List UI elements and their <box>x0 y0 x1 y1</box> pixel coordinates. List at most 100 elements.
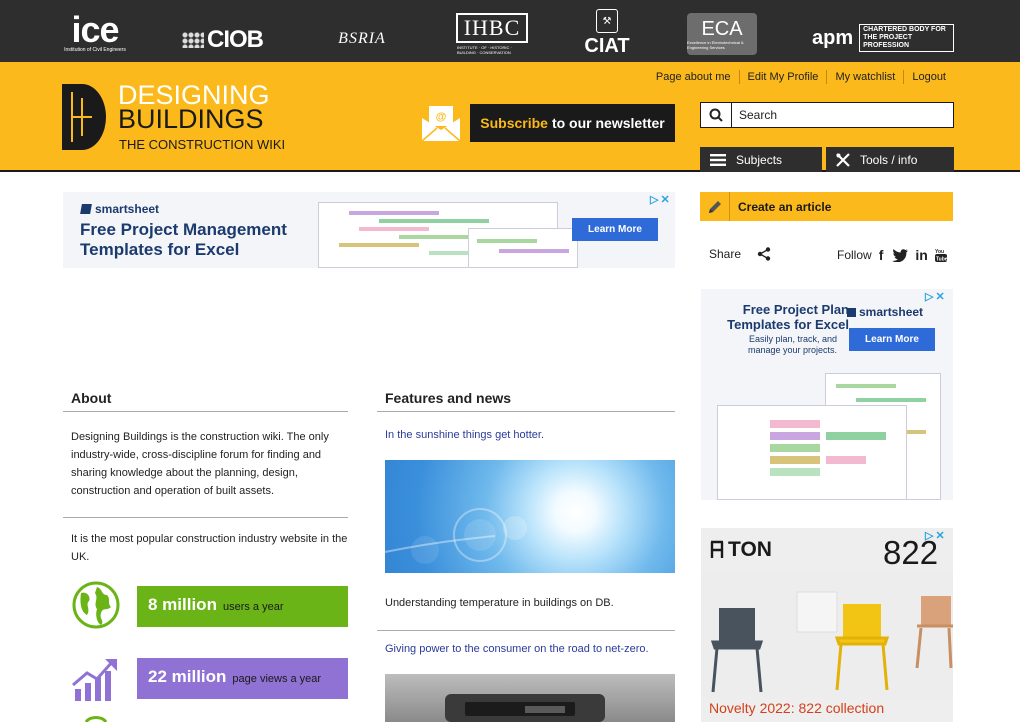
apm-wordmark: apm <box>812 27 854 49</box>
follow-label: Follow <box>837 248 872 262</box>
stat-users-number: 8 million <box>148 595 217 614</box>
partner-ciat-logo[interactable]: ⚒ CIAT <box>583 8 631 58</box>
create-article-button[interactable]: Create an article <box>700 192 953 221</box>
ad-side1-headline: Free Project Plan Templates for Excel <box>727 302 849 332</box>
logo-tagline: THE CONSTRUCTION WIKI <box>119 137 286 152</box>
ad-side1-sub: Easily plan, track, and manage your proj… <box>747 334 837 355</box>
tools-menu-button[interactable]: Tools / info <box>826 147 954 172</box>
linkedin-icon[interactable]: in <box>915 247 927 263</box>
ad-side2-close-icon[interactable]: ▷✕ <box>925 529 947 542</box>
globe-icon <box>72 581 120 629</box>
partner-ciob-logo[interactable]: CIOB <box>182 26 264 54</box>
smartsheet-logo-icon <box>80 204 92 214</box>
about-popularity: It is the most popular construction indu… <box>71 533 348 563</box>
site-header: Page about me Edit My Profile My watchli… <box>0 62 1020 172</box>
about-description: Designing Buildings is the construction … <box>71 431 329 497</box>
ad-side1-learn-more-button[interactable]: Learn More <box>849 328 935 351</box>
partner-apm-logo[interactable]: apm CHARTERED BODY FOR THE PROJECT PROFE… <box>812 24 954 52</box>
edit-profile-link[interactable]: Edit My Profile <box>738 70 827 84</box>
eca-subtitle: Excellence in Electrotechnical & Enginee… <box>687 40 744 50</box>
tools-icon <box>836 152 850 167</box>
chair-logo-icon <box>710 540 724 558</box>
advert-banner-top[interactable]: smartsheet Free Project Management Templ… <box>63 192 675 268</box>
stat-pageviews-label: page views a year <box>232 673 322 685</box>
growth-chart-icon <box>72 659 117 701</box>
logo-mark-icon <box>62 84 106 150</box>
partner-bsria-logo[interactable]: BSRIA <box>322 28 402 50</box>
tools-label: Tools / info <box>860 152 918 167</box>
ihbc-wordmark: IHBC <box>455 13 529 43</box>
bsria-wordmark: BSRIA <box>338 30 386 47</box>
apm-badge: CHARTERED BODY FOR THE PROJECT PROFESSIO… <box>859 24 954 52</box>
partner-bar: ice Institution of Civil Engineers CIOB … <box>0 0 1020 62</box>
news-item-1-link[interactable]: In the sunshine things get hotter. <box>385 429 544 441</box>
svg-text:Tube: Tube <box>936 257 947 263</box>
ad-top-spreadsheet-graphic-2 <box>468 228 578 268</box>
subscribe-newsletter-button[interactable]: Subscribe to our newsletter <box>470 104 675 142</box>
ihbc-subtitle: INSTITUTE · OF · HISTORIC · BUILDING · C… <box>457 45 512 55</box>
advert-side-smartsheet[interactable]: Free Project Plan Templates for Excel sm… <box>701 289 953 500</box>
svg-text:@: @ <box>436 111 447 123</box>
ciob-wordmark: CIOB <box>207 26 264 53</box>
device-photo-graphic <box>445 694 605 722</box>
ad-side1-brand: smartsheet <box>847 305 923 319</box>
ciob-dots-icon <box>182 32 204 48</box>
ciat-crest-icon: ⚒ <box>596 9 618 33</box>
ad-top-brand: smartsheet <box>80 202 160 216</box>
youtube-icon[interactable]: You Tube <box>934 248 947 263</box>
ice-wordmark: ice <box>71 9 119 50</box>
search-box <box>700 102 954 128</box>
ad-side2-brand-label: TON <box>728 538 772 561</box>
partner-ice-logo[interactable]: ice Institution of Civil Engineers <box>60 12 130 54</box>
news-divider <box>377 630 675 631</box>
ad-side2-brand: TON <box>709 538 772 562</box>
newsletter-mail-icon[interactable]: @ <box>421 104 461 142</box>
ad-close-icon[interactable]: ▷✕ <box>650 193 672 206</box>
list-icon <box>710 153 726 166</box>
twitter-icon[interactable] <box>892 248 909 262</box>
ad-top-headline: Free Project Management Templates for Ex… <box>80 220 287 259</box>
advert-side-ton[interactable]: TON 822 ▷✕ Novelty 2022: 822 collection <box>701 528 953 722</box>
features-news-heading: Features and news <box>377 390 675 412</box>
create-article-label: Create an article <box>738 199 832 214</box>
page-about-me-link[interactable]: Page about me <box>648 70 739 84</box>
smartsheet-logo-icon-2 <box>847 307 856 317</box>
partner-ihbc-logo[interactable]: IHBC INSTITUTE · OF · HISTORIC · BUILDIN… <box>455 12 529 56</box>
logo-line2: BUILDINGS <box>118 104 264 134</box>
search-icon <box>709 108 723 122</box>
ciat-wordmark: CIAT <box>584 35 630 57</box>
stat-users-per-year: 8 million users a year <box>137 586 348 627</box>
ad-top-brand-label: smartsheet <box>95 202 160 216</box>
follow-control: Follow f in You Tube <box>837 247 947 263</box>
site-logo[interactable]: DESIGNING BUILDINGS THE CONSTRUCTION WIK… <box>62 82 302 154</box>
chairs-photo <box>701 572 953 698</box>
subjects-label: Subjects <box>736 152 783 167</box>
ad-side1-spreadsheet-graphic-2 <box>717 405 907 500</box>
logout-link[interactable]: Logout <box>903 70 954 84</box>
partner-eca-logo[interactable]: ECA Excellence in Electrotechnical & Eng… <box>687 13 757 55</box>
share-icon <box>757 247 771 261</box>
share-control[interactable]: Share <box>709 247 771 261</box>
news-item-2-link[interactable]: Giving power to the consumer on the road… <box>385 643 649 655</box>
pencil-icon <box>700 192 730 221</box>
ad-side2-caption: Novelty 2022: 822 collection <box>709 700 885 716</box>
stat-page-views-per-year: 22 million page views a year <box>137 658 348 699</box>
ice-subtitle: Institution of Civil Engineers <box>64 47 126 53</box>
news-item-2-image[interactable] <box>385 674 675 722</box>
search-input[interactable] <box>732 103 952 127</box>
partial-icon <box>84 716 108 722</box>
ad-top-learn-more-button[interactable]: Learn More <box>572 218 658 241</box>
ad-side1-close-icon[interactable]: ▷✕ <box>925 290 947 303</box>
news-item-1-image[interactable] <box>385 460 675 573</box>
subjects-menu-button[interactable]: Subjects <box>700 147 822 172</box>
facebook-icon[interactable]: f <box>879 247 884 263</box>
eca-wordmark: ECA <box>701 18 743 40</box>
about-heading: About <box>63 390 348 412</box>
ad-side1-brand-label: smartsheet <box>859 305 924 319</box>
news-item-1-caption: Understanding temperature in buildings o… <box>385 597 614 609</box>
stat-users-label: users a year <box>222 601 284 613</box>
stat-pageviews-number: 22 million <box>148 667 227 686</box>
watchlist-link[interactable]: My watchlist <box>826 70 903 84</box>
search-button[interactable] <box>701 103 732 127</box>
subscribe-highlight: Subscribe <box>480 115 548 131</box>
